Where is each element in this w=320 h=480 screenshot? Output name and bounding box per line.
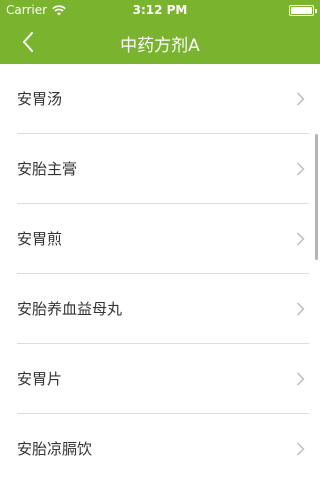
navigation-bar: 中药方剂A: [0, 20, 320, 64]
list-item[interactable]: 安胃煎: [0, 204, 320, 274]
chevron-right-icon: [296, 372, 305, 386]
status-bar: Carrier 3:12 PM: [0, 0, 320, 20]
header-bar: Carrier 3:12 PM 中药方剂A: [0, 0, 320, 64]
list-item-label: 安胎主膏: [17, 160, 78, 178]
list-item-label: 安胎养血益母丸: [17, 300, 123, 318]
chevron-right-icon: [296, 92, 305, 106]
scrollbar[interactable]: [315, 134, 318, 260]
formula-list[interactable]: 安胃汤 安胎主膏 安胃煎 安胎养血益母丸 安胃片 安胎凉膈饮: [0, 64, 320, 480]
list-item-label: 安胃煎: [17, 230, 63, 248]
chevron-right-icon: [296, 232, 305, 246]
list-item[interactable]: 安胃片: [0, 344, 320, 414]
list-item[interactable]: 安胎凉膈饮: [0, 414, 320, 480]
list-item-label: 安胃片: [17, 370, 63, 388]
list-item-label: 安胎凉膈饮: [17, 440, 93, 458]
list-item-label: 安胃汤: [17, 90, 63, 108]
list-item[interactable]: 安胃汤: [0, 64, 320, 134]
chevron-right-icon: [296, 302, 305, 316]
battery-icon: [289, 5, 317, 16]
list-item[interactable]: 安胎主膏: [0, 134, 320, 204]
chevron-right-icon: [296, 442, 305, 456]
chevron-right-icon: [296, 162, 305, 176]
list-item[interactable]: 安胎养血益母丸: [0, 274, 320, 344]
status-time: 3:12 PM: [132, 3, 188, 17]
page-title: 中药方剂A: [120, 36, 200, 56]
